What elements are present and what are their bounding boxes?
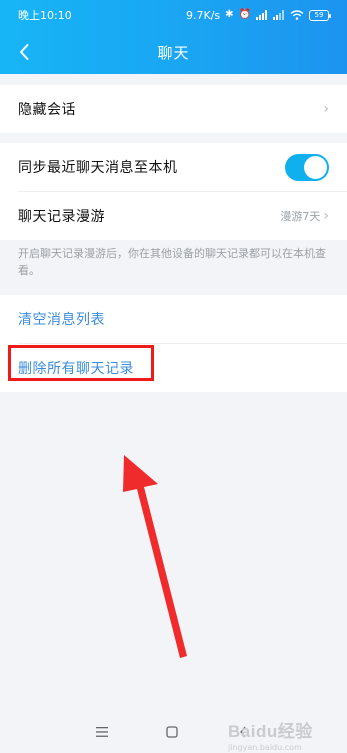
roaming-row[interactable]: 聊天记录漫游 漫游7天 ›	[0, 192, 347, 240]
home-icon	[166, 726, 178, 738]
sync-card: 同步最近聊天消息至本机 聊天记录漫游 漫游7天 ›	[0, 143, 347, 240]
roaming-right: 漫游7天 ›	[280, 192, 329, 240]
clear-list-row[interactable]: 清空消息列表	[0, 295, 347, 343]
hidden-chats-card: 隐藏会话 ›	[0, 85, 347, 133]
bluetooth-icon: ✱	[225, 9, 234, 20]
sync-row: 同步最近聊天消息至本机	[0, 143, 347, 191]
watermark-url: jingyan.baidu.com	[228, 743, 302, 752]
status-icons: 9.7K/s ✱ ⏰ 59	[186, 8, 331, 22]
nav-bar: 聊天	[0, 32, 347, 72]
home-button[interactable]	[158, 718, 186, 746]
chevron-right-icon: ›	[323, 208, 329, 224]
chevron-right-icon: ›	[323, 101, 329, 117]
signal-icon	[256, 10, 267, 20]
sync-label: 同步最近聊天消息至本机	[18, 160, 178, 176]
toggle-knob	[304, 156, 327, 179]
clear-card: 清空消息列表 删除所有聊天记录	[0, 295, 347, 392]
battery-icon: 59	[309, 9, 331, 21]
page-title: 聊天	[157, 44, 190, 62]
menu-button[interactable]	[88, 718, 116, 746]
status-time: 晚上10:10	[18, 9, 72, 22]
battery-level: 59	[314, 10, 324, 19]
wifi-icon	[290, 10, 304, 20]
watermark-logo: Baidu经验	[228, 722, 313, 741]
delete-all-label: 删除所有聊天记录	[18, 361, 134, 377]
signal-icon-2	[273, 10, 284, 20]
baidu-watermark: Baidu经验 jingyan.baidu.com	[228, 717, 313, 752]
roaming-value: 漫游7天	[280, 210, 321, 223]
hidden-chats-row[interactable]: 隐藏会话 ›	[0, 85, 347, 133]
sync-toggle[interactable]	[285, 154, 329, 181]
delete-all-row[interactable]: 删除所有聊天记录	[0, 344, 347, 392]
alarm-icon: ⏰	[238, 9, 251, 20]
roaming-hint: 开启聊天记录漫游后，你在其他设备的聊天记录都可以在本机查看。	[18, 247, 326, 277]
roaming-label: 聊天记录漫游	[18, 209, 105, 225]
network-speed: 9.7K/s	[186, 8, 221, 22]
status-bar: 晚上10:10 9.7K/s ✱ ⏰ 59	[0, 0, 347, 30]
app-header: 晚上10:10 9.7K/s ✱ ⏰ 59 聊天	[0, 0, 347, 74]
menu-icon	[96, 727, 108, 737]
hidden-chats-right: ›	[323, 85, 329, 133]
hidden-chats-label: 隐藏会话	[18, 102, 76, 118]
clear-list-label: 清空消息列表	[18, 312, 105, 328]
